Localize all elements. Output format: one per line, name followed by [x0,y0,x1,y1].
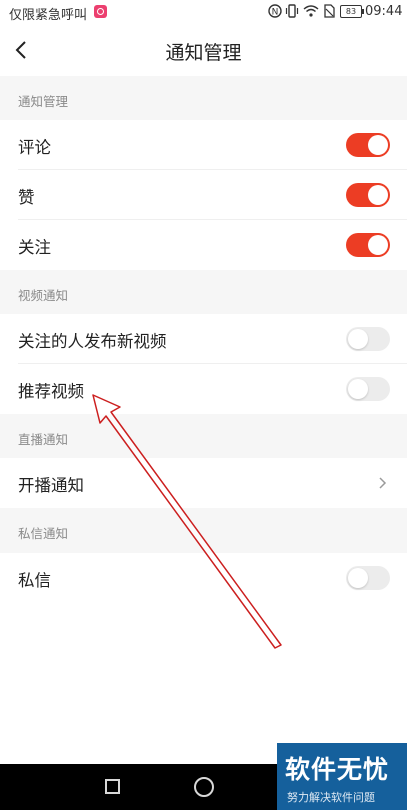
setting-row-likes[interactable]: 赞 [0,170,407,220]
app-notification-icon [94,5,107,18]
row-label: 评论 [18,138,51,157]
likes-toggle[interactable] [346,183,390,207]
row-label: 私信 [18,571,51,590]
section-header-video: 视频通知 [0,270,407,314]
row-label: 赞 [18,188,35,207]
followed-new-video-toggle[interactable] [346,327,390,351]
battery-icon: 83 [340,5,364,18]
recommended-video-toggle[interactable] [346,377,390,401]
section-title: 视频通知 [18,288,69,303]
empty-area [0,603,407,764]
toggle-knob [368,135,388,155]
section-header-live: 直播通知 [0,414,407,458]
status-bar: 仅限紧急呼叫 N 83 09:44 [0,0,407,24]
chevron-right-icon[interactable] [377,476,387,490]
title-bar: 通知管理 [0,24,407,76]
setting-row-followed-new-video[interactable]: 关注的人发布新视频 [0,314,407,364]
watermark-main-text: 软件无忧 [285,755,390,784]
row-label: 关注的人发布新视频 [18,332,167,351]
setting-row-live-start[interactable]: 开播通知 [0,458,407,508]
svg-text:N: N [272,8,279,18]
watermark-logo: 软件无忧 努力解决软件问题 [277,743,407,810]
circle-icon[interactable] [194,777,214,797]
row-label: 推荐视频 [18,382,84,401]
toggle-knob [368,235,388,255]
toggle-knob [368,185,388,205]
clock: 09:44 [365,4,403,19]
toggle-knob [348,379,368,399]
carrier-text: 仅限紧急呼叫 [9,8,88,23]
follows-toggle[interactable] [346,233,390,257]
row-label: 开播通知 [18,476,84,495]
private-message-toggle[interactable] [346,566,390,590]
comments-toggle[interactable] [346,133,390,157]
toggle-knob [348,568,368,588]
setting-row-private-message[interactable]: 私信 [0,553,407,603]
no-sim-icon [324,4,335,18]
nfc-icon: N [268,4,282,18]
setting-row-comments[interactable]: 评论 [0,120,407,170]
section-header-messages: 私信通知 [0,508,407,552]
section-title: 通知管理 [18,94,69,109]
section-title: 直播通知 [18,432,69,447]
toggle-knob [348,329,368,349]
section-header-notifications: 通知管理 [0,76,407,120]
watermark-sub-text: 努力解决软件问题 [287,791,375,804]
page-title: 通知管理 [165,42,242,64]
setting-row-follows[interactable]: 关注 [0,220,407,270]
row-label: 关注 [18,238,51,257]
setting-row-recommended-video[interactable]: 推荐视频 [0,364,407,414]
section-title: 私信通知 [18,526,69,541]
square-icon[interactable] [105,779,120,794]
wifi-icon [303,5,319,17]
vibrate-icon [285,4,299,18]
